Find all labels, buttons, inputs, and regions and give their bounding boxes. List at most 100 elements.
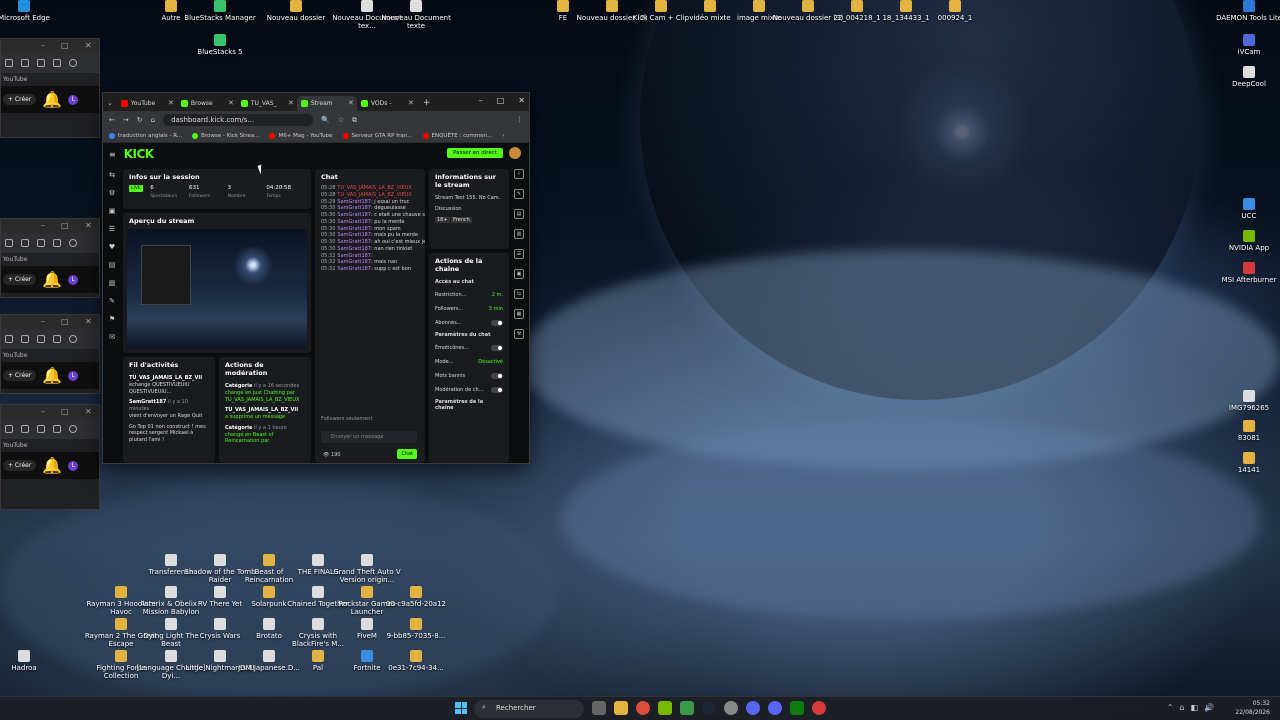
hamburger-icon[interactable]: ≡ [109,150,116,159]
setting-row[interactable]: Followers... 3 min [429,302,509,316]
browser-window[interactable]: ⌄ YouTube ✕ Browse ✕ TU_VAS_ ✕ Stream ✕ VODs - ✕… [102,92,530,464]
bookmark[interactable]: ENQUÊTE : commen... [422,132,492,139]
tab-close-icon[interactable]: ✕ [408,99,414,107]
windows-start-icon[interactable] [455,702,467,714]
browser-tab[interactable]: TU_VAS_ ✕ [237,96,297,111]
desktop-icon[interactable]: 000924_1 [918,0,992,22]
app-icon[interactable] [746,701,760,715]
app-icon[interactable] [680,701,694,715]
setting-row[interactable]: Abonnés... [429,316,509,330]
chat-user[interactable]: TU_VAS_JAMAIS_LA_BZ_VIEUX [337,192,411,198]
setting-row[interactable]: Restriction... 2 m. [429,288,509,302]
nav-icon[interactable]: ✎ [109,297,115,305]
desktop-icon[interactable]: Microsoft Edge [0,0,61,22]
desktop-icon[interactable]: NVIDIA App [1212,230,1280,252]
avatar[interactable]: L [68,460,79,471]
chat-user[interactable]: SamGratt187 [337,266,371,272]
back-icon[interactable]: ← [109,116,115,124]
edit-icon[interactable]: ✎ [514,189,524,199]
panel-icon[interactable]: ▣ [514,269,524,279]
setting-row[interactable]: Modération de ch... [429,383,509,397]
chat-user[interactable]: SamGratt187 [337,246,371,252]
bell-icon[interactable]: 🔔 [42,90,62,109]
nav-icon[interactable]: ▣ [109,207,116,215]
window-titlebar[interactable]: – □ ✕ [1,39,99,53]
desktop-icon[interactable]: BlueStacks 5 [183,34,257,56]
bookmark[interactable]: Serveur GTA RP fran... [342,132,413,139]
tab-close-icon[interactable]: ✕ [288,99,294,107]
chat-user[interactable]: SamGratt187 [337,219,371,225]
chat-user[interactable]: SamGratt187 [337,239,371,245]
chat-user[interactable]: SamGratt187 [337,253,371,259]
url-field[interactable]: dashboard.kick.com/s... [163,114,314,126]
tab-close-icon[interactable]: ✕ [348,99,354,107]
chat-user[interactable]: SamGratt187 [337,212,371,218]
zoom-icon[interactable]: 🔍 [321,116,330,124]
stream-preview[interactable] [127,229,307,349]
background-window[interactable]: – □ ✕ YouTube + Créer 🔔 L [0,218,100,298]
home-icon[interactable]: ⌂ [151,116,155,124]
desktop-icon[interactable]: 00-c9a5fd-20a12 [379,586,453,608]
discord-icon[interactable] [768,701,782,715]
desktop-icon[interactable]: 9-bb85-7035-8... [379,618,453,640]
desktop-icon[interactable]: Nouveau Document texte [379,0,453,30]
chat-user[interactable]: SamGratt187 [337,205,371,211]
clock[interactable]: 05:32 22/08/2026 [1235,699,1270,717]
nav-icon[interactable]: ⚑ [109,315,115,323]
background-window[interactable]: – □ ✕ YouTube + Créer 🔔 L [0,38,100,138]
setting-row[interactable]: Mode... Désactivé [429,355,509,369]
nav-icon[interactable]: ▥ [109,279,116,287]
menu-icon[interactable]: ⋮ [516,116,523,124]
bell-icon[interactable]: 🔔 [42,456,62,475]
desktop-icon[interactable]: 83081 [1212,420,1280,442]
reload-icon[interactable]: ↻ [137,116,143,124]
desktop-icon[interactable]: Grand Theft Auto V Version origin... [330,554,404,584]
setting-toggle[interactable] [491,319,503,326]
bookmarks-overflow-icon[interactable]: › [502,133,504,139]
tab-close-icon[interactable]: ✕ [168,99,174,107]
background-window[interactable]: – □ ✕ YouTube + Créer 🔔 L [0,404,100,510]
taskbar-search[interactable]: ⌕ Rechercher [474,700,584,718]
nav-icon[interactable]: ▤ [109,261,116,269]
create-button[interactable]: + Créer [3,370,37,381]
chat-user[interactable]: SamGratt187 [337,259,371,265]
desktop-icon[interactable]: iVCam [1212,34,1280,56]
desktop-icon[interactable]: IMG796265 [1212,390,1280,412]
create-button[interactable]: + Créer [3,274,37,285]
browser-tab[interactable]: YouTube ✕ [117,96,177,111]
desktop-icon[interactable]: Nouveau dossier [259,0,333,22]
tools-icon[interactable]: ⚒ [514,329,524,339]
chat-input[interactable]: Envoyer un message [321,431,417,443]
setting-toggle[interactable] [491,386,503,393]
browser-tab[interactable]: Browse ✕ [177,96,237,111]
tab-list-icon[interactable]: ⌄ [107,99,113,107]
desktop-icon[interactable]: 0e31-7c94-34... [379,650,453,672]
xbox-icon[interactable] [790,701,804,715]
desktop-icon[interactable]: UCC [1212,198,1280,220]
go-live-button[interactable]: Passer en direct [447,148,503,158]
close-icon[interactable]: ✕ [518,96,525,105]
panel-icon[interactable]: ⇆ [514,289,524,299]
nvidia-icon[interactable] [658,701,672,715]
window-titlebar[interactable]: – □ ✕ [1,219,99,233]
steam-icon[interactable] [702,701,716,715]
extensions-icon[interactable]: ⧉ [352,116,357,125]
desktop-icon[interactable]: MSI Afterburner [1212,262,1280,284]
desktop-icon[interactable]: 14141 [1212,452,1280,474]
avatar[interactable]: L [68,274,79,285]
chrome-icon[interactable] [636,701,650,715]
file-explorer-icon[interactable] [614,701,628,715]
new-tab-icon[interactable]: + [423,98,431,108]
system-tray-icons[interactable]: ⌃⌂◧🔊 [1167,703,1220,712]
bell-icon[interactable]: 🔔 [42,270,62,289]
maximize-icon[interactable]: □ [497,96,505,105]
bell-icon[interactable]: 🔔 [42,366,62,385]
app-icon[interactable] [724,701,738,715]
desktop-icon[interactable]: Hadroa [0,650,61,672]
setting-toggle[interactable] [491,372,503,379]
task-view-icon[interactable] [592,701,606,715]
panel-icon[interactable]: ☰ [514,249,524,259]
desktop-icon[interactable]: BlueStacks Manager [183,0,257,22]
setting-row[interactable]: Mots bannis [429,369,509,383]
forward-icon[interactable]: → [123,116,129,124]
